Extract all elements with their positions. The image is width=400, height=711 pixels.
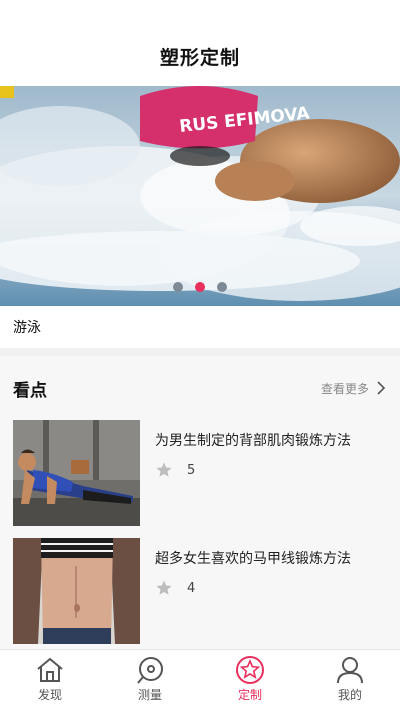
chevron-right-icon — [377, 381, 386, 395]
bottom-tab-bar: 发现 测量 定制 我的 — [0, 649, 400, 711]
article-title: 为男生制定的背部肌肉锻炼方法 — [155, 433, 351, 449]
home-icon — [37, 657, 63, 682]
banner-image: RUS EFIMOVA — [0, 86, 400, 306]
carousel-indicators — [0, 282, 400, 292]
article-thumbnail — [13, 538, 140, 644]
article-card[interactable]: 超多女生喜欢的马甲线锻炼方法 4 — [13, 538, 387, 644]
carousel-dot[interactable] — [173, 282, 183, 292]
banner-carousel[interactable]: RUS EFIMOVA — [0, 86, 400, 306]
section-divider — [0, 348, 400, 356]
section-header: 看点 查看更多 — [13, 356, 387, 420]
see-more-label: 查看更多 — [320, 381, 369, 396]
tab-custom[interactable]: 定制 — [200, 650, 300, 711]
tab-label: 发现 — [37, 688, 62, 702]
tab-measure[interactable]: 测量 — [100, 650, 200, 711]
likes-row: 4 — [155, 579, 387, 597]
section-title: 看点 — [13, 380, 47, 401]
page-title: 塑形定制 — [159, 47, 240, 69]
tab-discover[interactable]: 发现 — [0, 650, 100, 711]
article-thumbnail — [13, 420, 140, 526]
article-card[interactable]: 为男生制定的背部肌肉锻炼方法 5 — [13, 420, 387, 526]
tab-label: 定制 — [237, 688, 262, 702]
tab-label: 我的 — [337, 688, 362, 702]
article-title: 超多女生喜欢的马甲线锻炼方法 — [155, 551, 351, 567]
star-icon — [236, 656, 264, 684]
user-icon — [337, 657, 363, 684]
carousel-dot-active[interactable] — [195, 282, 205, 292]
likes-count: 5 — [187, 462, 196, 478]
star-icon[interactable] — [155, 461, 173, 479]
carousel-dot[interactable] — [217, 282, 227, 292]
article-body: 超多女生喜欢的马甲线锻炼方法 4 — [140, 538, 387, 644]
article-body: 为男生制定的背部肌肉锻炼方法 5 — [140, 420, 387, 526]
page-header: 塑形定制 — [0, 0, 400, 86]
tab-label: 测量 — [137, 688, 162, 702]
likes-row: 5 — [155, 461, 387, 479]
highlights-section: 看点 查看更多 为男生制定的背部肌肉锻炼方法 5 超多女生喜欢的马甲线锻炼方法 … — [0, 356, 400, 656]
banner-caption[interactable]: 游泳 — [0, 306, 400, 348]
see-more-link[interactable]: 查看更多 — [321, 380, 387, 397]
likes-count: 4 — [187, 580, 196, 596]
tab-profile[interactable]: 我的 — [300, 650, 400, 711]
star-icon[interactable] — [155, 579, 173, 597]
measure-icon — [137, 657, 163, 684]
